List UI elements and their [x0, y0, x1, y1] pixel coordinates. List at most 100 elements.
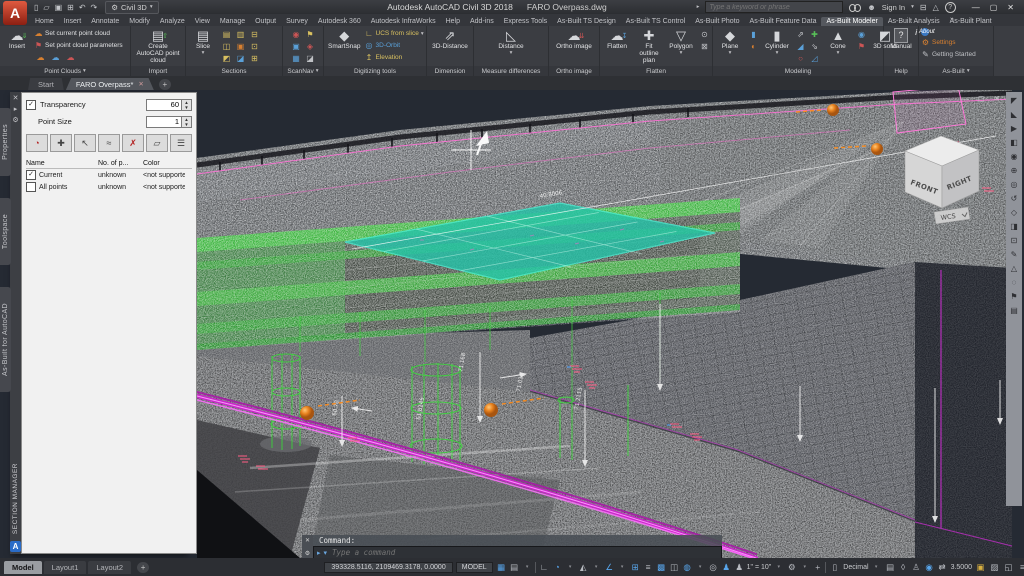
point-cloud-mini-icon[interactable]: ☁ [64, 52, 77, 63]
file-tab-document[interactable]: FARO Overpass* ✕ [66, 78, 154, 90]
chevron-down-icon[interactable]: ▾ [911, 4, 914, 10]
annotation-visibility-icon[interactable]: ♟ [721, 562, 732, 573]
section-tool-icon[interactable]: ▥ [234, 29, 247, 40]
modeling-tool-icon[interactable]: ◐ [747, 41, 760, 52]
close-icon[interactable]: ✕ [305, 537, 310, 544]
scannav-tool-icon[interactable]: ▦ [290, 53, 303, 64]
display-icon[interactable]: ▨ [989, 562, 1000, 573]
section-move-icon[interactable]: ↖ [74, 134, 96, 152]
smartsnap-button[interactable]: ◆ SmartSnap [326, 27, 363, 51]
close-icon[interactable]: ✕ [138, 80, 143, 88]
tab-annotate[interactable]: Annotate [86, 17, 124, 26]
exchange-apps-icon[interactable]: ⊟ [920, 3, 927, 12]
workspace-gear-icon[interactable]: ⚙ [786, 562, 797, 573]
separator[interactable] [535, 562, 537, 573]
close-icon[interactable]: ✕ [13, 94, 19, 102]
modeling-tool-icon[interactable]: ◉ [855, 29, 868, 40]
nav-target-icon[interactable]: ◉ [1007, 150, 1021, 163]
modeling-tool-icon[interactable]: ▮ [747, 29, 760, 40]
tab-autodesk-360[interactable]: Autodesk 360 [313, 17, 366, 26]
modeling-tool-icon[interactable]: ⇘ [808, 41, 821, 52]
tab-analyze[interactable]: Analyze [155, 17, 190, 26]
snap-caret-icon[interactable]: ▾ [522, 564, 533, 570]
minimize-button[interactable]: — [972, 3, 980, 12]
modeling-tool-icon[interactable]: ⚑ [855, 41, 868, 52]
point-size-stepper[interactable]: ▲▼ [182, 116, 192, 128]
distance-button[interactable]: ◺ Distance ▾ [496, 27, 526, 58]
layout-tab-model[interactable]: Model [4, 561, 42, 574]
sidebar-tab-toolspace[interactable]: Toolspace [0, 198, 11, 265]
insert-point-cloud-button[interactable]: ☁⇓ Insert [2, 27, 32, 51]
panel-label[interactable]: As-Built ▾ [919, 66, 993, 76]
panel-label[interactable]: Flatten [600, 66, 712, 76]
sidebar-tab-as-built[interactable]: As-Built for AutoCAD [0, 287, 11, 392]
scannav-tool-icon[interactable]: ⚑ [304, 29, 317, 40]
isodraft-caret-icon[interactable]: ▾ [591, 564, 602, 570]
nav-shape-icon[interactable]: ◇ [1007, 206, 1021, 219]
section-expand-icon[interactable]: ✚ [50, 134, 72, 152]
search-input[interactable] [705, 1, 843, 13]
customize-icon[interactable]: + [812, 562, 823, 572]
section-nodes-icon[interactable]: ≈ [98, 134, 120, 152]
search-icon[interactable] [849, 4, 861, 11]
slice-button[interactable]: ▤ Slice ▾ [188, 27, 218, 58]
annotation-scale-label[interactable]: 1" = 10" [747, 564, 772, 571]
scannav-tool-icon[interactable]: ◉ [290, 29, 303, 40]
tab-as-built-photo[interactable]: As-Built Photo [690, 17, 744, 26]
open-file-icon[interactable]: ▱ [43, 3, 49, 12]
panel-label[interactable]: Import [131, 66, 185, 76]
grid-icon[interactable]: ▦ [496, 562, 507, 573]
hardware-acceleration-icon[interactable]: ◉ [924, 562, 935, 573]
redo-icon[interactable]: ↷ [91, 3, 98, 12]
workspace-switcher[interactable]: ⚙ Civil 3D ▾ [105, 1, 158, 14]
transparency-checkbox[interactable]: ✓ [26, 100, 36, 110]
a360-icon[interactable]: △ [933, 3, 939, 12]
osnap-3d-icon[interactable]: ◍ [682, 562, 693, 573]
annotation-monitor-icon[interactable]: ◎ [708, 562, 719, 573]
set-point-cloud-parameters-button[interactable]: ⚑ Set point cloud parameters [34, 40, 123, 51]
settings-button[interactable]: ⚙ Settings [921, 37, 976, 48]
tab-as-built-ts-design[interactable]: As-Built TS Design [552, 17, 621, 26]
row-checkbox[interactable] [26, 182, 36, 192]
orbit-3d-button[interactable]: ◎ 3D-Orbit [365, 40, 424, 51]
tab-as-built-feature-data[interactable]: As-Built Feature Data [745, 17, 822, 26]
ortho-image-button[interactable]: ☁⇊ Ortho image [554, 27, 594, 51]
tab-view[interactable]: View [190, 17, 215, 26]
row-checkbox[interactable]: ✓ [26, 170, 36, 180]
nav-layers-icon[interactable]: ▤ [1007, 304, 1021, 317]
3d-distance-button[interactable]: ⇗ 3D-Distance [430, 27, 470, 51]
tray-settings-icon[interactable]: ▣ [975, 562, 986, 573]
section-view-icon[interactable]: ◔ [26, 134, 48, 152]
command-options-icon[interactable]: ▸ [317, 549, 321, 557]
nav-center-icon[interactable]: ◎ [1007, 178, 1021, 191]
transparency-icon[interactable]: ▩ [656, 562, 667, 573]
section-folder-icon[interactable]: ⊞ [248, 53, 261, 64]
close-button[interactable]: ✕ [1007, 3, 1014, 12]
units-dropdown[interactable]: Decimal ▾ [843, 564, 881, 571]
maximize-button[interactable]: ▢ [990, 3, 998, 12]
polygon-button[interactable]: ▽ Polygon ▾ [666, 27, 696, 58]
create-autocad-point-cloud-button[interactable]: ▤⇧ Create AutoCAD point cloud [133, 27, 183, 65]
close-button[interactable]: ✕ [994, 94, 1000, 103]
command-input[interactable] [330, 547, 721, 558]
wrench-icon[interactable]: ⚙ [305, 550, 310, 557]
point-cloud-row[interactable]: All points unknown <not supporte... [26, 181, 192, 193]
undo-icon[interactable]: ↶ [79, 3, 86, 12]
minimize-button[interactable]: — [961, 94, 969, 103]
getting-started-button[interactable]: ✎ Getting Started [921, 49, 976, 60]
chevron-down-icon[interactable]: ▾ [324, 549, 328, 557]
sign-in-button[interactable]: Sign In [882, 3, 905, 12]
plane-button[interactable]: ◆ Plane ▾ [715, 27, 745, 58]
tab-survey[interactable]: Survey [281, 17, 313, 26]
panel-label[interactable]: Sections [186, 66, 282, 76]
drawing-units-icon[interactable]: ▯ [829, 562, 840, 573]
clean-screen-icon[interactable]: ◱ [1003, 562, 1014, 573]
osnap-caret-icon[interactable]: ▾ [617, 564, 628, 570]
section-tool-icon[interactable]: ◫ [220, 41, 233, 52]
point-cloud-row[interactable]: ✓Current unknown <not supporte... [26, 169, 192, 181]
modeling-tool-icon[interactable]: ◢ [794, 41, 807, 52]
file-tab-start[interactable]: Start [28, 78, 64, 90]
tab-home[interactable]: Home [30, 17, 59, 26]
annotation-space-icon[interactable]: ▤ [885, 562, 896, 573]
panel-label[interactable]: ScanNav ▾ [283, 66, 323, 76]
